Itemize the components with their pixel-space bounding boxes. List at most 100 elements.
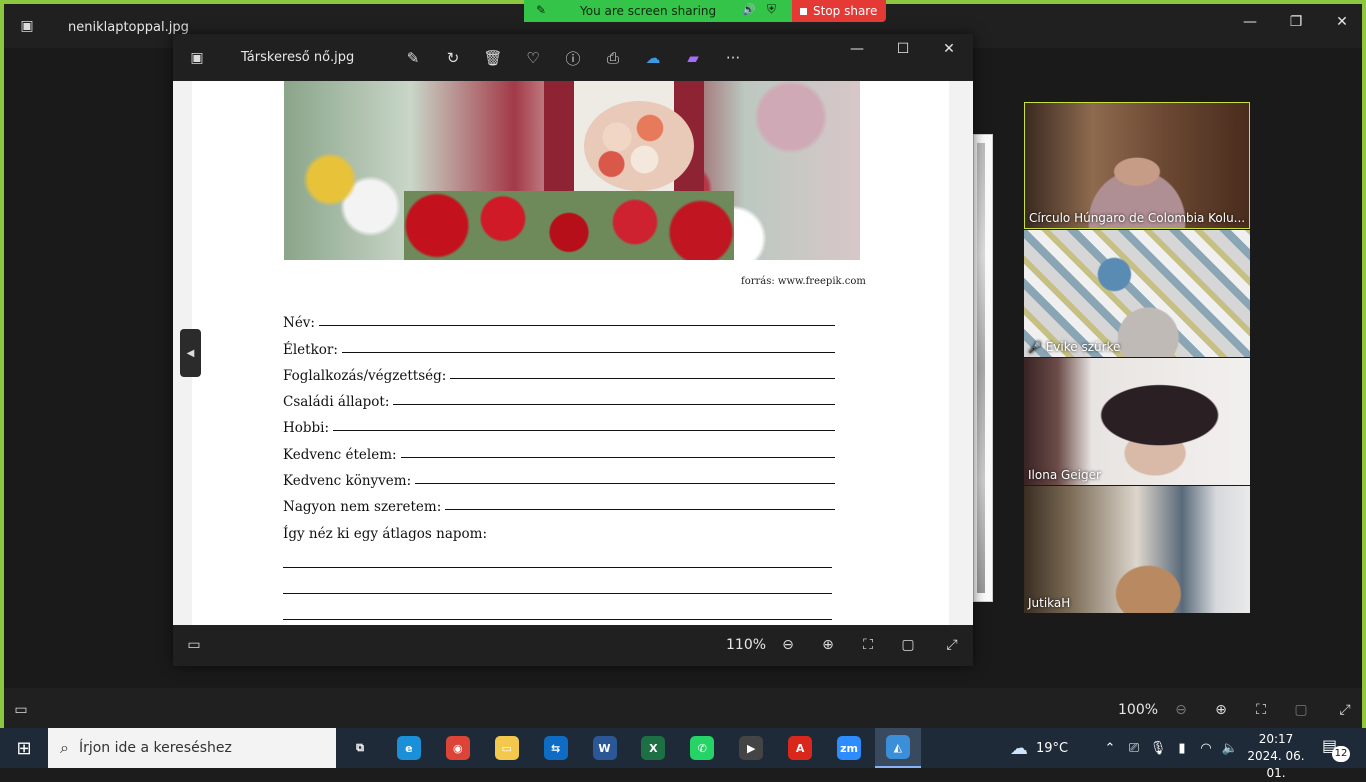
viewer-minimize-icon[interactable]: — xyxy=(835,35,879,63)
photos-app-icon: ▣ xyxy=(20,18,34,34)
battery-icon[interactable]: ▮ xyxy=(1170,741,1194,756)
clock-time: 20:17 xyxy=(1258,732,1294,746)
speaker-icon[interactable]: 🔊 xyxy=(742,3,756,16)
participant-name: Círculo Húngaro de Colombia Kolu... xyxy=(1029,211,1246,225)
outer-bottom-toolbar: ▭ 100% ⊖ ⊕ ⛶ ▢ ⤢ xyxy=(4,688,1362,732)
form-row: Így néz ki egy átlagos napom: xyxy=(283,515,835,542)
blank-line xyxy=(283,542,832,568)
taskbar-search-box[interactable]: ⌕ Írjon ide a kereséshez xyxy=(48,728,336,768)
taskbar-clock[interactable]: 20:17 2024. 06. 01. xyxy=(1238,731,1314,782)
weather-widget[interactable]: ☁ 19°C xyxy=(1010,728,1068,768)
info-icon[interactable]: ⓘ xyxy=(561,47,585,69)
zoom-icon: zm xyxy=(837,736,861,760)
tray-camera-icon[interactable]: ⎚ xyxy=(1122,741,1146,756)
worksheet-page: forrás: www.freepik.com Név: Életkor: Fo… xyxy=(192,81,949,625)
taskbar-app-chrome[interactable]: ◉ xyxy=(435,728,481,768)
whatsapp-icon: ✆ xyxy=(690,736,715,760)
form-row: Kedvenc könyvem: xyxy=(283,463,835,489)
form-row: Családi állapot: xyxy=(283,384,835,410)
taskbar-app-acrobat[interactable]: A xyxy=(777,728,823,768)
close-icon[interactable]: ✕ xyxy=(1320,8,1364,36)
notification-count: 12 xyxy=(1332,746,1350,762)
participant-tile[interactable]: 🎤 Evike szürke xyxy=(1024,230,1250,357)
taskbar-app-file-explorer[interactable]: ▭ xyxy=(484,728,530,768)
onedrive-icon[interactable]: ☁ xyxy=(641,47,665,69)
notification-center-button[interactable]: ▤ 12 xyxy=(1322,736,1350,762)
fullscreen-icon[interactable]: ⤢ xyxy=(1334,700,1356,720)
participant-tile[interactable]: Círculo Húngaro de Colombia Kolu... xyxy=(1024,102,1250,229)
profile-form: Név: Életkor: Foglalkozás/végzettség: Cs… xyxy=(283,305,835,620)
field-label: Kedvenc ételem: xyxy=(283,446,397,463)
rotate-icon[interactable]: ↻ xyxy=(441,47,465,69)
previous-image-button[interactable]: ◀ xyxy=(180,329,201,377)
actual-size-icon[interactable]: ▢ xyxy=(1290,700,1312,720)
open-prompt-label: Így néz ki egy átlagos napom: xyxy=(283,525,488,542)
stop-icon xyxy=(800,7,807,15)
participant-name: Ilona Geiger xyxy=(1028,468,1101,482)
taskbar-app-zoom[interactable]: zm xyxy=(826,728,872,768)
viewer-app-icon: ▣ xyxy=(190,50,204,66)
viewer-zoom-out-icon[interactable]: ⊖ xyxy=(777,635,799,655)
field-label: Név: xyxy=(283,315,315,332)
weather-temp: 19°C xyxy=(1036,740,1069,756)
viewer-zoom-in-icon[interactable]: ⊕ xyxy=(817,635,839,655)
form-row: Név: xyxy=(283,305,835,331)
wifi-icon[interactable]: ◠ xyxy=(1194,741,1218,756)
fit-to-window-icon[interactable]: ⛶ xyxy=(1250,700,1272,720)
restore-icon[interactable]: ❐ xyxy=(1274,8,1318,36)
print-icon[interactable]: ⎙ xyxy=(601,47,625,69)
field-label: Családi állapot: xyxy=(283,394,390,411)
participant-tile[interactable]: Ilona Geiger xyxy=(1024,358,1250,485)
participant-tile[interactable]: JutikaH xyxy=(1024,486,1250,613)
viewer-filmstrip-icon[interactable]: ▭ xyxy=(183,635,205,655)
teamviewer-icon: ⇆ xyxy=(543,736,568,760)
tray-mic-icon[interactable]: 🎙 xyxy=(1146,741,1170,756)
viewer-close-icon[interactable]: ✕ xyxy=(927,35,971,63)
stop-share-button[interactable]: Stop share xyxy=(792,0,886,22)
stop-share-label: Stop share xyxy=(813,4,878,18)
filmstrip-icon[interactable]: ▭ xyxy=(10,700,32,720)
viewer-maximize-icon[interactable]: ☐ xyxy=(881,35,925,63)
viewer-fullscreen-icon[interactable]: ⤢ xyxy=(941,635,963,655)
more-icon[interactable]: ··· xyxy=(721,47,745,69)
muted-mic-icon: 🎤 xyxy=(1028,340,1042,354)
taskbar-app-media-player[interactable]: ▶ xyxy=(728,728,774,768)
minimize-icon[interactable]: — xyxy=(1228,8,1272,36)
search-icon: ⌕ xyxy=(60,738,69,757)
zoom-out-icon[interactable]: ⊖ xyxy=(1170,700,1192,720)
taskbar-app-whatsapp[interactable]: ✆ xyxy=(679,728,725,768)
word-icon: W xyxy=(592,736,617,760)
blank-line xyxy=(283,568,832,594)
windows-logo-icon: ⊞ xyxy=(16,737,32,759)
edit-icon[interactable]: ✎ xyxy=(401,47,425,69)
video-participants-panel: Círculo Húngaro de Colombia Kolu... 🎤 Evi… xyxy=(1024,102,1250,614)
field-label: Hobbi: xyxy=(283,420,330,437)
task-view-icon: ⧉ xyxy=(348,736,372,760)
tray-chevron-up-icon[interactable]: ⌃ xyxy=(1098,741,1122,756)
taskbar-app-edge[interactable]: e xyxy=(386,728,432,768)
taskbar-app-photos[interactable]: ◭ xyxy=(874,728,921,768)
system-tray: ⌃ ⎚ 🎙 ▮ ◠ 🔈 xyxy=(1098,728,1242,768)
form-row: Foglalkozás/végzettség: xyxy=(283,358,835,384)
taskbar-app-task-view[interactable]: ⧉ xyxy=(337,728,383,768)
heart-icon[interactable]: ♡ xyxy=(521,47,545,69)
photo-viewer-window: ▣ Társkereső nő.jpg ✎ ↻ 🗑 ♡ ⓘ ⎙ ☁ ▰ ··· … xyxy=(173,34,973,666)
zoom-in-icon[interactable]: ⊕ xyxy=(1210,700,1232,720)
delete-icon[interactable]: 🗑 xyxy=(481,47,505,69)
photos-icon: ◭ xyxy=(885,735,910,759)
taskbar-app-teamviewer[interactable]: ⇆ xyxy=(533,728,579,768)
viewer-canvas: forrás: www.freepik.com Név: Életkor: Fo… xyxy=(173,81,973,625)
field-label: Életkor: xyxy=(283,341,338,358)
outer-zoom-level: 100% xyxy=(1118,702,1159,718)
screen-share-bar: ✎ You are screen sharing 🔊 ⛨ Stop share xyxy=(524,0,886,22)
start-button[interactable]: ⊞ xyxy=(0,728,48,768)
chrome-icon: ◉ xyxy=(445,736,470,760)
file-explorer-icon: ▭ xyxy=(494,736,519,760)
viewer-fit-icon[interactable]: ⛶ xyxy=(857,635,879,655)
viewer-actual-size-icon[interactable]: ▢ xyxy=(897,635,919,655)
taskbar-app-word[interactable]: W xyxy=(582,728,628,768)
pin-icon[interactable]: ✎ xyxy=(536,3,546,17)
chevron-left-icon: ◀ xyxy=(186,347,195,359)
taskbar-app-excel[interactable]: X xyxy=(630,728,676,768)
clipchamp-icon[interactable]: ▰ xyxy=(681,47,705,69)
